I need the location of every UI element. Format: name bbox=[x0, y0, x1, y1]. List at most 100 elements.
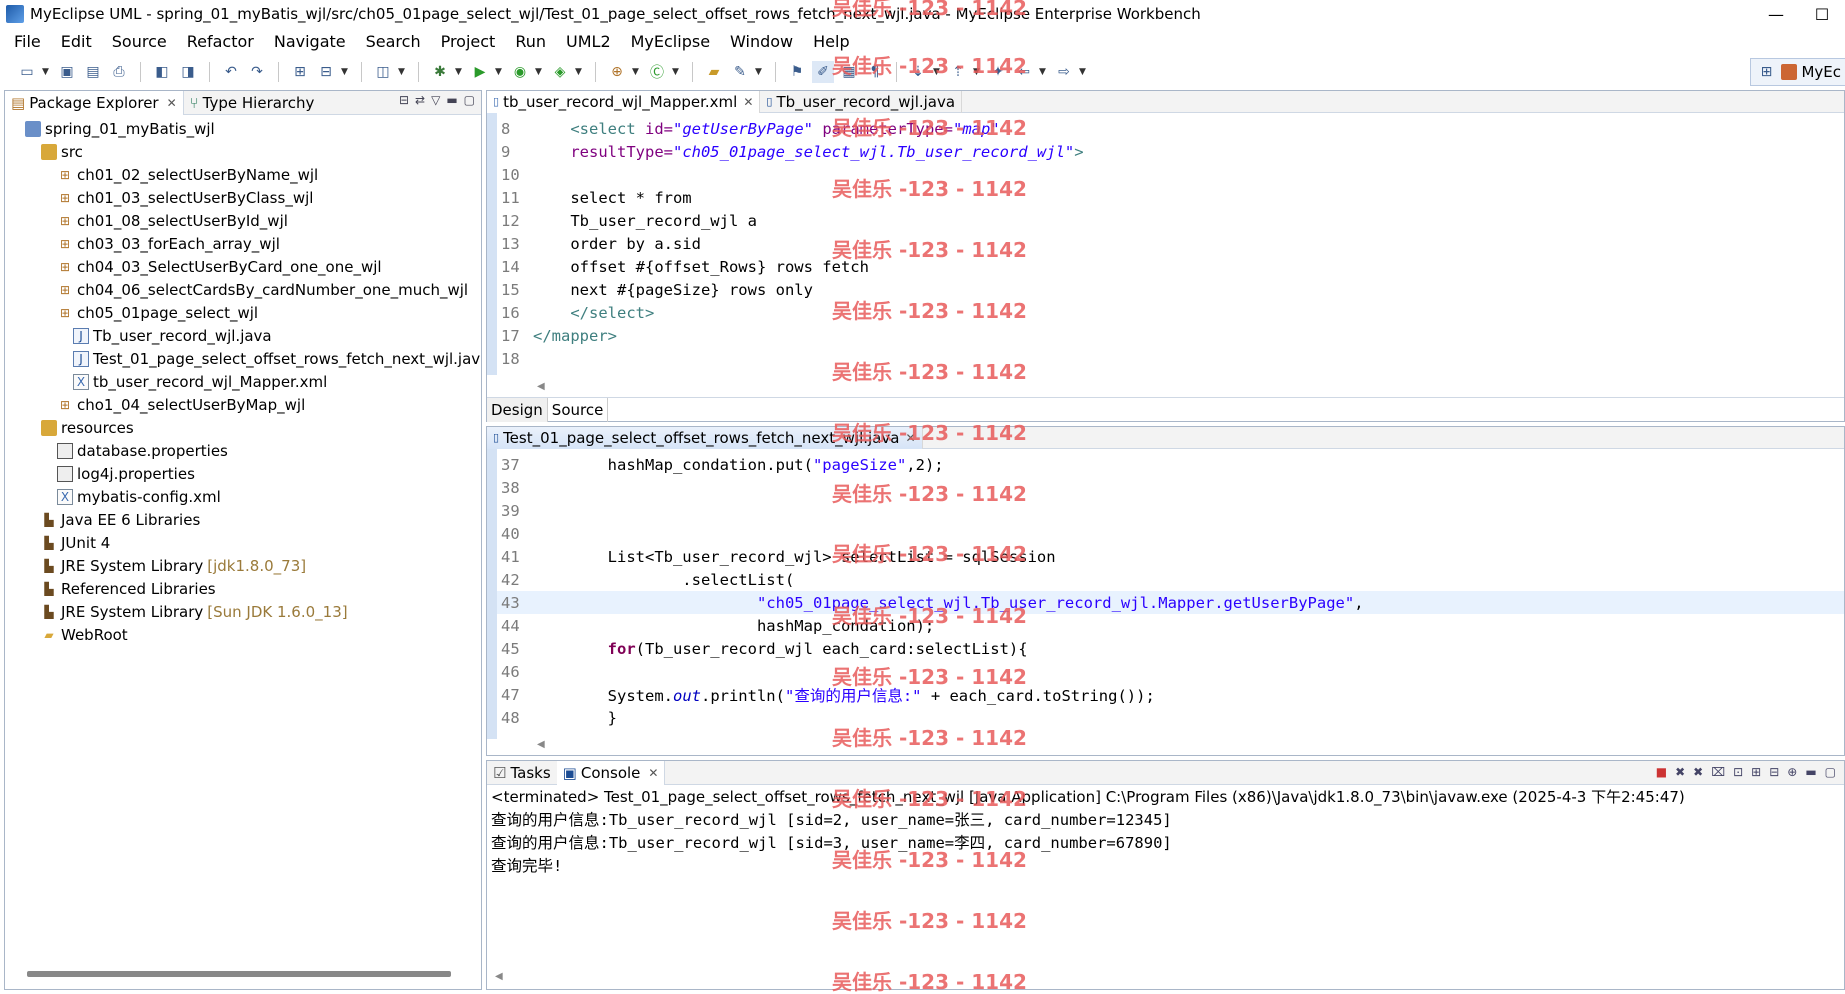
block-selection-icon[interactable]: ▦ bbox=[838, 61, 860, 83]
code-line[interactable]: 18 bbox=[497, 347, 1844, 370]
tree-item[interactable]: ⊞ ch04_06_selectCardsBy_cardNumber_one_mu… bbox=[5, 278, 481, 301]
menu-refactor[interactable]: Refactor bbox=[177, 32, 264, 51]
external-tools-dropdown-icon[interactable]: ▼ bbox=[575, 67, 585, 77]
collapse-all-icon[interactable]: ⊟ bbox=[399, 93, 409, 107]
menu-project[interactable]: Project bbox=[431, 32, 506, 51]
java-code-area[interactable]: 37 hashMap_condation.put("pageSize",2); 3… bbox=[497, 453, 1844, 729]
tab-type-hierarchy[interactable]: ⑂ Type Hierarchy bbox=[184, 91, 321, 115]
tree-item[interactable]: spring_01_myBatis_wjl bbox=[5, 117, 481, 140]
new-java-project-dropdown-icon[interactable]: ▼ bbox=[632, 67, 642, 77]
tree-item[interactable]: database.properties bbox=[5, 439, 481, 462]
code-line[interactable]: 12 Tb_user_record_wjl a bbox=[497, 209, 1844, 232]
tab-tb-user-record-java[interactable]: ▯ Tb_user_record_wjl.java bbox=[760, 90, 963, 113]
maximize-button[interactable]: ☐ bbox=[1799, 0, 1845, 28]
undo-icon[interactable]: ↶ bbox=[220, 61, 242, 83]
tree-item[interactable]: ▙ JRE System Library [jdk1.8.0_73] bbox=[5, 554, 481, 577]
code-line[interactable]: 37 hashMap_condation.put("pageSize",2); bbox=[497, 453, 1844, 476]
code-line[interactable]: 47 System.out.println("查询的用户信息:" + each_… bbox=[497, 683, 1844, 706]
menu-uml2[interactable]: UML2 bbox=[556, 32, 621, 51]
tree-item[interactable]: ▙ JUnit 4 bbox=[5, 531, 481, 554]
code-line[interactable]: 43 "ch05_01page_select_wjl.Tb_user_recor… bbox=[497, 591, 1844, 614]
open-resource-icon[interactable]: ◨ bbox=[177, 61, 199, 83]
tree-item[interactable]: resources bbox=[5, 416, 481, 439]
code-line[interactable]: 45 for(Tb_user_record_wjl each_card:sele… bbox=[497, 637, 1844, 660]
code-line[interactable]: 13 order by a.sid bbox=[497, 232, 1844, 255]
tree-item[interactable]: ▙ Referenced Libraries bbox=[5, 577, 481, 600]
run-icon[interactable]: ▶ bbox=[469, 61, 491, 83]
tree-item[interactable]: ⊞ ch03_03_forEach_array_wjl bbox=[5, 232, 481, 255]
menu-help[interactable]: Help bbox=[803, 32, 859, 51]
open-folder-icon[interactable]: ▰ bbox=[703, 61, 725, 83]
mark-occurrences-icon[interactable]: ✐ bbox=[812, 61, 834, 83]
maximize-view-icon[interactable]: ▢ bbox=[1825, 765, 1836, 779]
show-whitespace-icon[interactable]: ¶ bbox=[864, 61, 886, 83]
coverage-dropdown-icon[interactable]: ▼ bbox=[535, 67, 545, 77]
menu-source[interactable]: Source bbox=[102, 32, 177, 51]
browser-dropdown-icon[interactable]: ▼ bbox=[398, 67, 408, 77]
view-menu-icon[interactable]: ▽ bbox=[431, 93, 440, 107]
redo-icon[interactable]: ↷ bbox=[246, 61, 268, 83]
minimize-button[interactable]: — bbox=[1753, 0, 1799, 28]
previous-annotation-icon[interactable]: ⇡ bbox=[947, 61, 969, 83]
forward-dropdown-icon[interactable]: ▼ bbox=[1079, 67, 1089, 77]
browser-icon[interactable]: ◫ bbox=[372, 61, 394, 83]
debug-icon[interactable]: ✱ bbox=[429, 61, 451, 83]
open-console-icon[interactable]: ⊕ bbox=[1787, 765, 1797, 779]
tab-mapper-xml[interactable]: ▯ tb_user_record_wjl_Mapper.xml ✕ bbox=[487, 90, 761, 113]
code-line[interactable]: 17 </mapper> bbox=[497, 324, 1844, 347]
tree-item[interactable]: ⊞ ch01_02_selectUserByName_wjl bbox=[5, 163, 481, 186]
remove-launch-icon[interactable]: ✖ bbox=[1675, 765, 1685, 779]
menu-navigate[interactable]: Navigate bbox=[264, 32, 356, 51]
save-all-icon[interactable]: ▤ bbox=[82, 61, 104, 83]
display-selected-console-icon[interactable]: ⊟ bbox=[1769, 765, 1779, 779]
next-annotation-icon[interactable]: ⇣ bbox=[907, 61, 929, 83]
search-dropdown-icon[interactable]: ▼ bbox=[755, 67, 765, 77]
menu-edit[interactable]: Edit bbox=[51, 32, 102, 51]
code-line[interactable]: 14 offset #{offset_Rows} rows fetch bbox=[497, 255, 1844, 278]
new-class-dropdown-icon[interactable]: ▼ bbox=[672, 67, 682, 77]
code-line[interactable]: 9 resultType="ch05_01page_select_wjl.Tb_… bbox=[497, 140, 1844, 163]
code-line[interactable]: 44 hashMap_condation); bbox=[497, 614, 1844, 637]
menu-run[interactable]: Run bbox=[505, 32, 556, 51]
menu-window[interactable]: Window bbox=[720, 32, 803, 51]
code-line[interactable]: 15 next #{pageSize} rows only bbox=[497, 278, 1844, 301]
code-line[interactable]: 40 bbox=[497, 522, 1844, 545]
close-icon[interactable]: ✕ bbox=[905, 431, 915, 445]
perspective-switcher[interactable]: ⊞ MyEc bbox=[1750, 58, 1845, 86]
menu-myeclipse[interactable]: MyEclipse bbox=[621, 32, 720, 51]
tab-design[interactable]: Design bbox=[487, 397, 548, 422]
tree-item[interactable]: ⊞ ch04_03_SelectUserByCard_one_one_wjl bbox=[5, 255, 481, 278]
tree-item[interactable]: ⊞ cho1_04_selectUserByMap_wjl bbox=[5, 393, 481, 416]
code-line[interactable]: 11 select * from bbox=[497, 186, 1844, 209]
back-icon[interactable]: ⇦ bbox=[1013, 61, 1035, 83]
maximize-view-icon[interactable]: ▢ bbox=[464, 93, 475, 107]
run-dropdown-icon[interactable]: ▼ bbox=[495, 67, 505, 77]
tree-item[interactable]: Xmybatis-config.xml bbox=[5, 485, 481, 508]
scroll-left-icon[interactable]: ◀ bbox=[495, 971, 503, 982]
deploy-icon[interactable]: ⊞ bbox=[289, 61, 311, 83]
new-java-project-icon[interactable]: ⊕ bbox=[606, 61, 628, 83]
code-line[interactable]: 48 } bbox=[497, 706, 1844, 729]
code-line[interactable]: 46 bbox=[497, 660, 1844, 683]
open-perspective-icon[interactable]: ⊞ bbox=[1755, 61, 1777, 83]
pin-console-icon[interactable]: ⊞ bbox=[1751, 765, 1761, 779]
code-line[interactable]: 10 bbox=[497, 163, 1844, 186]
minimize-view-icon[interactable]: ▬ bbox=[1805, 765, 1816, 779]
tab-test-01-java[interactable]: ▯ Test_01_page_select_offset_rows_fetch_… bbox=[487, 426, 923, 449]
code-line[interactable]: 38 bbox=[497, 476, 1844, 499]
code-line[interactable]: 16 </select> bbox=[497, 301, 1844, 324]
toggle-breadcrumb-icon[interactable]: ⚑ bbox=[786, 61, 808, 83]
open-type-icon[interactable]: ◧ bbox=[151, 61, 173, 83]
scroll-left-icon[interactable]: ◀ bbox=[537, 381, 545, 392]
new-icon[interactable]: ▭ bbox=[16, 61, 38, 83]
server-icon[interactable]: ⊟ bbox=[315, 61, 337, 83]
tree-item[interactable]: src bbox=[5, 140, 481, 163]
tree-item[interactable]: ▙ JRE System Library [Sun JDK 1.6.0_13] bbox=[5, 600, 481, 623]
link-with-editor-icon[interactable]: ⇄ bbox=[415, 93, 425, 107]
scroll-lock-icon[interactable]: ⊡ bbox=[1733, 765, 1743, 779]
tree-item[interactable]: ⊞ ch01_03_selectUserByClass_wjl bbox=[5, 186, 481, 209]
tab-tasks[interactable]: ☑ Tasks bbox=[487, 761, 557, 785]
minimize-view-icon[interactable]: ▬ bbox=[446, 93, 457, 107]
coverage-icon[interactable]: ◉ bbox=[509, 61, 531, 83]
clear-console-icon[interactable]: ⌧ bbox=[1711, 765, 1725, 779]
